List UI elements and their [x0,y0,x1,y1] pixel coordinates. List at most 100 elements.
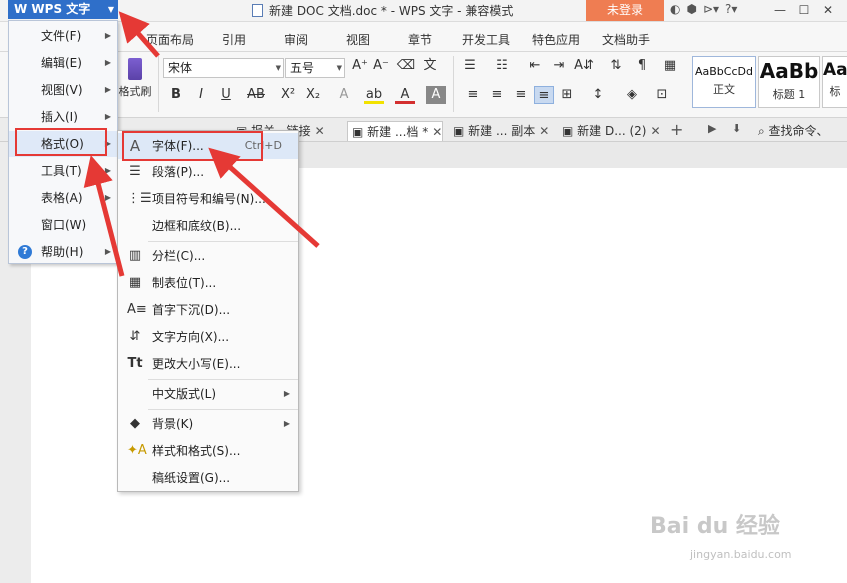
justify-icon[interactable]: ≡ [534,86,554,104]
underline-icon[interactable]: U [216,86,236,104]
login-button[interactable]: 未登录 [586,0,664,21]
help-icon[interactable]: ?▾ [725,2,737,16]
title-tools: ◐ ⬢ ⊳▾ ?▾ [670,2,743,16]
superscript-icon[interactable]: X² [278,86,298,104]
tab-view[interactable]: 视图 [346,31,370,48]
submenu-arrow-icon: ▶ [283,419,290,428]
strikethrough-icon[interactable]: AB [246,86,266,104]
menu-item-table[interactable]: 表格(A) ▶ [9,185,117,211]
menu-item-background[interactable]: ◆ 背景(K) ▶ [118,411,298,437]
close-icon[interactable]: ✕ [539,124,549,138]
menu-item-help[interactable]: ? 帮助(H) ▶ [9,239,117,265]
menu-item-drop-cap[interactable]: A≡ 首字下沉(D)... [118,297,298,323]
menu-item-edit[interactable]: 编辑(E) ▶ [9,50,117,76]
menu-item-styles-formatting[interactable]: ✦A 样式和格式(S)... [118,438,298,464]
distribute-icon[interactable]: ⊞ [557,86,577,104]
decrease-indent-icon[interactable]: ⇤ [525,57,545,75]
menu-item-change-case[interactable]: Tt 更改大小写(E)... [118,351,298,377]
sort-icon[interactable]: ⇅ [606,57,626,75]
bullets-icon[interactable]: ☰ [460,57,480,75]
doc-tab[interactable]: ▣ 新建 ... 副本 ✕ [449,121,549,141]
phonetic-icon[interactable]: 文 [420,57,440,75]
menu-item-file[interactable]: 文件(F) ▶ [9,23,117,49]
close-icon[interactable]: ✕ [432,125,442,139]
search-icon: ⌕ [758,124,769,138]
numbering-icon[interactable]: ☷ [492,57,512,75]
chinese-layout-icon[interactable]: A⇵ [574,57,594,75]
menu-item-paragraph[interactable]: ☰ 段落(P)... [118,159,298,185]
menu-item-view[interactable]: 视图(V) ▶ [9,77,117,103]
command-search[interactable]: ⌕ 查找命令、 [758,122,829,139]
bookmark-icon[interactable]: ⬇ [732,122,741,135]
borders-icon[interactable]: ⊡ [652,86,672,104]
style-heading2[interactable]: Aa 标 [822,56,847,108]
maximize-button[interactable]: ☐ [792,0,816,20]
toolbar-divider [158,56,159,112]
shrink-font-icon[interactable]: A⁻ [371,57,391,75]
menu-item-insert[interactable]: 插入(I) ▶ [9,104,117,130]
share-icon[interactable]: ⊳▾ [703,2,719,16]
clear-format-icon[interactable]: ⌫ [396,57,416,75]
tab-doc-assistant[interactable]: 文档助手 [602,31,650,48]
menu-item-chinese-layout[interactable]: 中文版式(L) ▶ [118,381,298,407]
document-icon: ▣ [562,124,578,138]
close-button[interactable]: ✕ [816,0,840,20]
table-grid-icon[interactable]: ▦ [660,57,680,75]
brush-icon [128,58,142,80]
tab-developer[interactable]: 开发工具 [462,31,510,48]
style-heading1[interactable]: AaBb 标题 1 [758,56,820,108]
align-right-icon[interactable]: ≡ [511,86,531,104]
line-spacing-icon[interactable]: ↕ [588,86,608,104]
tab-page-layout[interactable]: 页面布局 [146,31,194,48]
format-painter-button[interactable]: 格式刷 [118,58,152,99]
new-tab-icon[interactable]: + [670,120,683,139]
menu-item-manuscript-paper[interactable]: 稿纸设置(G)... [118,465,298,491]
tab-references[interactable]: 引用 [222,31,246,48]
increase-indent-icon[interactable]: ⇥ [549,57,569,75]
menu-divider [148,379,298,380]
paint-bucket-icon: ◆ [130,416,140,431]
baidu-watermark-url: jingyan.baidu.com [690,548,792,561]
tab-special[interactable]: 特色应用 [532,31,580,48]
italic-icon[interactable]: I [191,86,211,104]
wps-app-menu-button[interactable]: W WPS 文字 ▼ [8,0,118,19]
submenu-arrow-icon: ▶ [104,193,111,202]
align-left-icon[interactable]: ≡ [463,86,483,104]
menu-item-tab-stops[interactable]: ▦ 制表位(T)... [118,270,298,296]
close-icon[interactable]: ✕ [650,124,660,138]
font-name-select[interactable]: 宋体 ▼ [163,58,284,78]
char-shading-icon[interactable]: A [426,86,446,104]
submenu-arrow-icon: ▶ [283,389,290,398]
text-effect-icon[interactable]: A [334,86,354,104]
shading-icon[interactable]: ◈ [622,86,642,104]
highlight-icon[interactable]: ab [364,86,384,104]
grow-font-icon[interactable]: A⁺ [350,57,370,75]
show-marks-icon[interactable]: ¶ [632,57,652,75]
menu-item-text-direction[interactable]: ⇵ 文字方向(X)... [118,324,298,350]
close-icon[interactable]: ✕ [315,124,325,138]
document-icon: ▣ [453,124,469,138]
play-icon[interactable]: ▶ [708,122,716,135]
style-normal[interactable]: AaBbCcDd 正文 [692,56,756,108]
settings-icon[interactable]: ⬢ [686,2,696,16]
menu-item-borders-shading[interactable]: 边框和底纹(B)... [118,213,298,239]
doc-tab-active[interactable]: ▣ 新建 ...档 * ✕ [347,121,444,141]
align-center-icon[interactable]: ≡ [487,86,507,104]
tab-review[interactable]: 审阅 [284,31,308,48]
doc-tab[interactable]: ▣ 新建 D... (2) ✕ [558,121,661,141]
drop-cap-icon: A≡ [127,302,147,317]
app-name: WPS 文字 [31,2,91,16]
menu-item-window[interactable]: 窗口(W) [9,212,117,238]
font-color-icon[interactable]: A [395,86,415,104]
font-size-select[interactable]: 五号 ▼ [285,58,345,78]
tab-section[interactable]: 章节 [408,31,432,48]
menu-item-columns[interactable]: ▥ 分栏(C)... [118,243,298,269]
chevron-down-icon: ▼ [336,64,342,72]
menu-item-bullets-numbering[interactable]: ⋮☰ 项目符号和编号(N)... [118,186,298,212]
bold-icon[interactable]: B [166,86,186,104]
submenu-arrow-icon: ▶ [104,247,111,256]
subscript-icon[interactable]: X₂ [303,86,323,104]
minimize-button[interactable]: — [768,0,792,20]
skin-icon[interactable]: ◐ [670,2,680,16]
menu-item-tools[interactable]: 工具(T) ▶ [9,158,117,184]
